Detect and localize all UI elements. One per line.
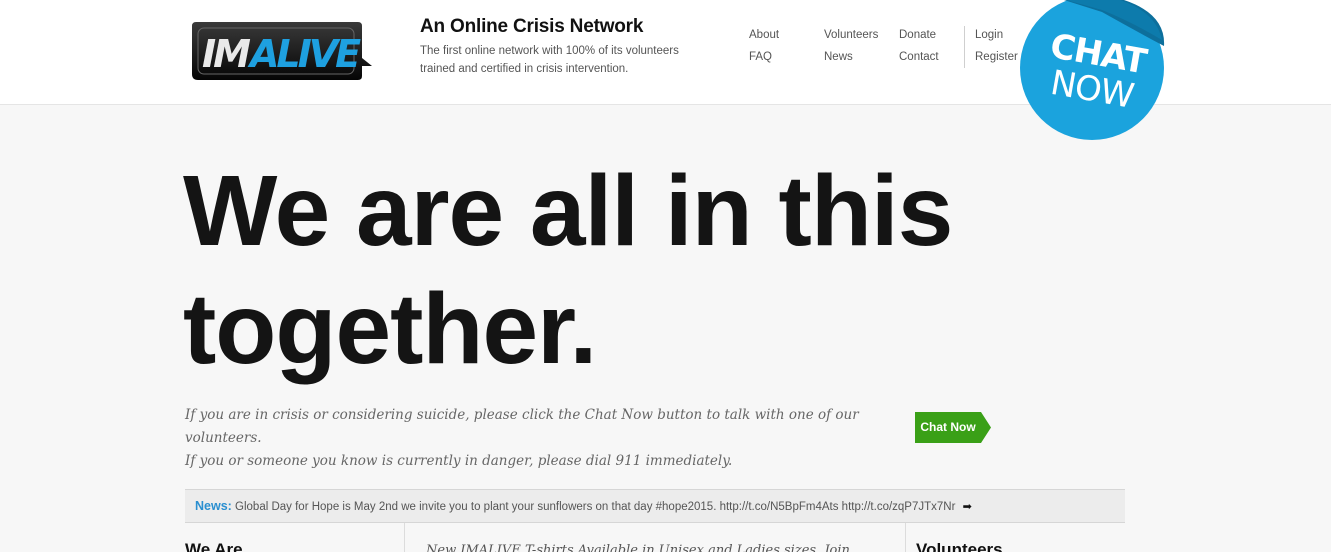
news-next-arrow-icon[interactable]: ➡ xyxy=(963,491,972,523)
volunteers-label: Volunteers xyxy=(916,540,1003,552)
nav-contact[interactable]: Contact xyxy=(899,51,939,63)
nav-about[interactable]: About xyxy=(749,29,779,41)
svg-text:ALIVE: ALIVE xyxy=(247,32,361,76)
we-are-heading[interactable]: We Are → xyxy=(185,540,258,552)
news-text: Global Day for Hope is May 2nd we invite… xyxy=(235,501,956,513)
news-ticker: News: Global Day for Hope is May 2nd we … xyxy=(185,489,1125,523)
crisis-line-1: If you are in crisis or considering suic… xyxy=(185,407,859,446)
nav-login[interactable]: Login xyxy=(975,29,1003,41)
column-divider xyxy=(905,523,906,552)
site-description: The first online network with 100% of it… xyxy=(420,45,679,75)
site-title: An Online Crisis Network xyxy=(420,16,644,37)
tshirt-promo-text: New IMALIVE T-shirts Available in Unisex… xyxy=(426,543,850,552)
hero-line-1: We are all in this xyxy=(183,155,953,267)
nav-divider xyxy=(964,26,965,68)
hero-headline: We are all in this together. xyxy=(183,152,1083,388)
hero-line-2: together. xyxy=(183,273,597,385)
we-are-label: We Are xyxy=(185,540,243,552)
chat-now-sticker[interactable] xyxy=(1016,0,1168,144)
svg-text:IM: IM xyxy=(202,32,251,76)
nav-donate[interactable]: Donate xyxy=(899,29,936,41)
arrow-right-icon: → xyxy=(1006,546,1018,552)
news-label: News: xyxy=(195,499,232,513)
nav-volunteers[interactable]: Volunteers xyxy=(824,29,878,41)
nav-register[interactable]: Register xyxy=(975,51,1018,63)
imalive-logo[interactable]: IM ALIVE xyxy=(190,20,375,82)
nav-news[interactable]: News xyxy=(824,51,853,63)
crisis-message: If you are in crisis or considering suic… xyxy=(185,404,905,473)
column-divider xyxy=(404,523,405,552)
volunteers-heading[interactable]: Volunteers → xyxy=(916,540,1018,552)
crisis-line-2: If you or someone you know is currently … xyxy=(185,453,733,469)
arrow-right-icon: → xyxy=(246,546,258,552)
nav-faq[interactable]: FAQ xyxy=(749,51,772,63)
chat-now-button[interactable] xyxy=(915,412,991,443)
